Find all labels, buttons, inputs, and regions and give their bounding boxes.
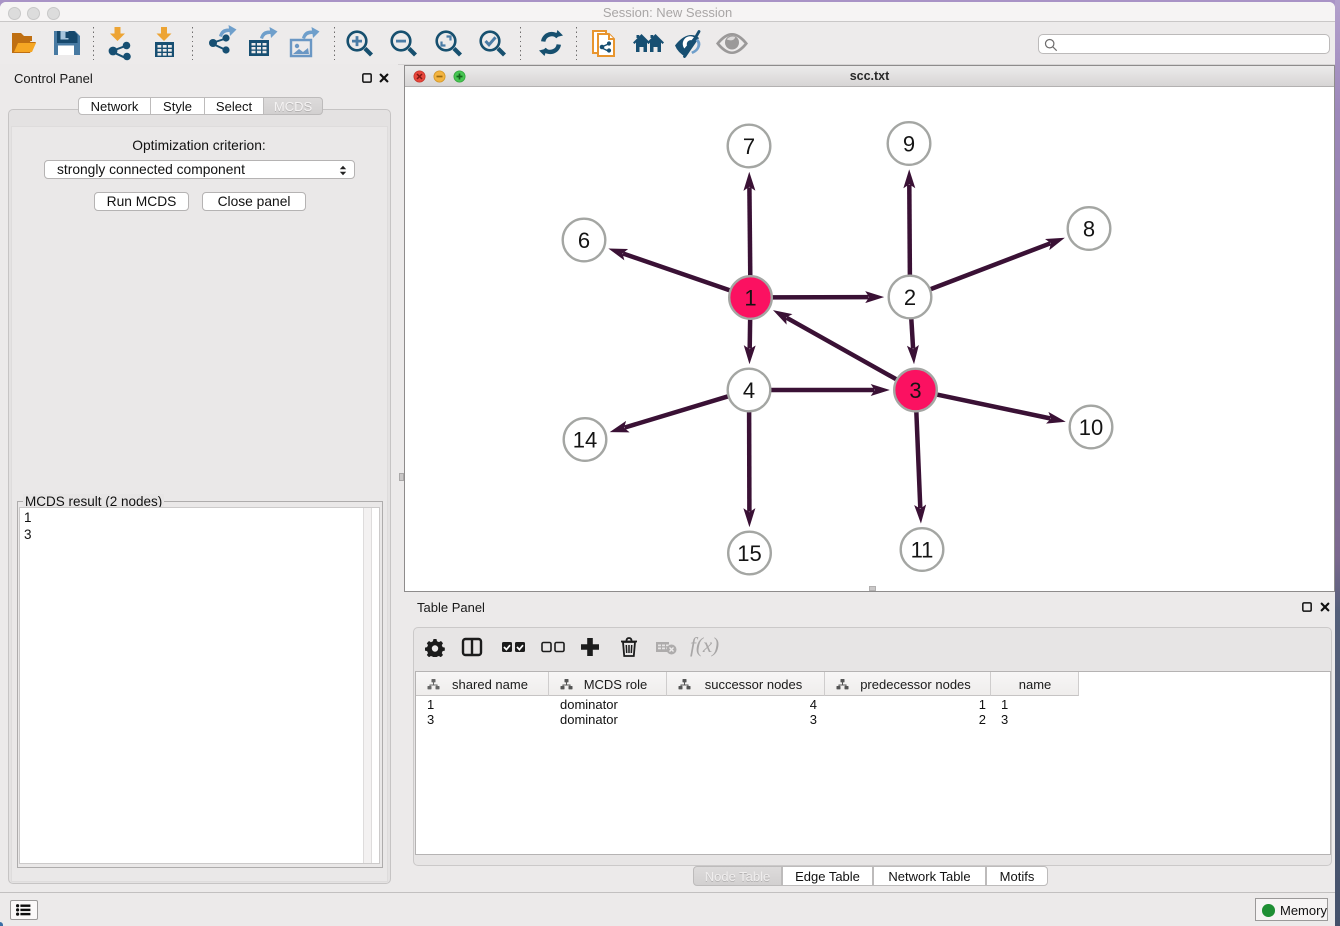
svg-text:1: 1 — [744, 286, 756, 311]
svg-text:11: 11 — [911, 538, 934, 563]
svg-text:6: 6 — [578, 228, 590, 253]
svg-text:4: 4 — [743, 378, 755, 403]
svg-text:8: 8 — [1083, 217, 1095, 242]
svg-text:10: 10 — [1079, 415, 1103, 440]
svg-text:9: 9 — [903, 132, 915, 157]
svg-text:15: 15 — [737, 541, 761, 566]
svg-text:2: 2 — [904, 285, 916, 310]
svg-text:14: 14 — [573, 428, 597, 453]
svg-text:7: 7 — [743, 134, 755, 159]
svg-text:3: 3 — [909, 378, 921, 403]
